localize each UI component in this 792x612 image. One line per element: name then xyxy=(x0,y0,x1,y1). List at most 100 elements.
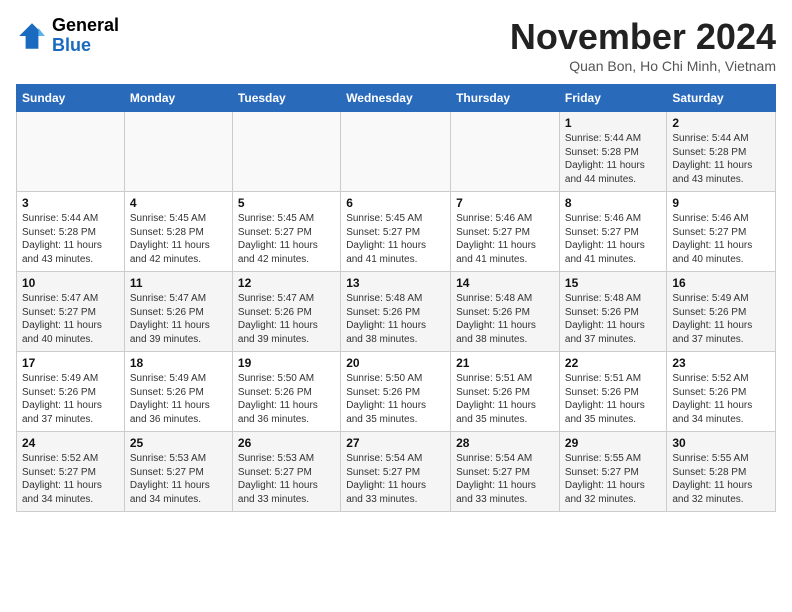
column-header-thursday: Thursday xyxy=(451,85,560,112)
day-cell xyxy=(232,112,340,192)
day-cell: 16Sunrise: 5:49 AM Sunset: 5:26 PM Dayli… xyxy=(667,272,776,352)
month-title: November 2024 xyxy=(510,16,776,58)
day-info: Sunrise: 5:47 AM Sunset: 5:27 PM Dayligh… xyxy=(22,292,119,346)
day-cell: 14 Sunrise: 5:48 AM Sunset: 5:26 PM Dayli… xyxy=(451,272,560,352)
day-number: 8 xyxy=(565,196,661,210)
day-number: 18 xyxy=(130,356,227,370)
day-number: 22 xyxy=(565,356,661,370)
day-number: 13 xyxy=(346,276,445,290)
day-number: 29 xyxy=(565,436,661,450)
day-info: Sunrise: 5:48 AM Sunset: 5:26 PM Dayligh… xyxy=(456,292,554,346)
day-number: 24 xyxy=(22,436,119,450)
logo: General Blue xyxy=(16,16,119,56)
logo-text: General Blue xyxy=(52,16,119,56)
day-info: Sunrise: 5:46 AM Sunset: 5:27 PM Dayligh… xyxy=(565,212,661,266)
day-cell xyxy=(451,112,560,192)
calendar-table: SundayMondayTuesdayWednesdayThursdayFrid… xyxy=(16,84,776,512)
day-info: Sunrise: 5:53 AM Sunset: 5:27 PM Dayligh… xyxy=(238,452,335,506)
day-info: Sunrise: 5:50 AM Sunset: 5:26 PM Dayligh… xyxy=(238,372,335,426)
day-number: 28 xyxy=(456,436,554,450)
day-number: 19 xyxy=(238,356,335,370)
day-cell: 26 Sunrise: 5:53 AM Sunset: 5:27 PM Dayli… xyxy=(232,432,340,512)
day-cell: 2Sunrise: 5:44 AM Sunset: 5:28 PM Daylig… xyxy=(667,112,776,192)
day-cell xyxy=(17,112,125,192)
header: General Blue November 2024 Quan Bon, Ho … xyxy=(16,16,776,74)
day-cell: 17 Sunrise: 5:49 AM Sunset: 5:26 PM Dayli… xyxy=(17,352,125,432)
day-number: 7 xyxy=(456,196,554,210)
day-cell: 1 Sunrise: 5:44 AM Sunset: 5:28 PM Daylig… xyxy=(559,112,666,192)
day-info: Sunrise: 5:52 AM Sunset: 5:27 PM Dayligh… xyxy=(22,452,119,506)
column-header-tuesday: Tuesday xyxy=(232,85,340,112)
day-cell: 19 Sunrise: 5:50 AM Sunset: 5:26 PM Dayli… xyxy=(232,352,340,432)
day-info: Sunrise: 5:51 AM Sunset: 5:26 PM Dayligh… xyxy=(565,372,661,426)
column-header-friday: Friday xyxy=(559,85,666,112)
column-header-monday: Monday xyxy=(124,85,232,112)
day-info: Sunrise: 5:51 AM Sunset: 5:26 PM Dayligh… xyxy=(456,372,554,426)
day-cell: 28 Sunrise: 5:54 AM Sunset: 5:27 PM Dayli… xyxy=(451,432,560,512)
day-number: 12 xyxy=(238,276,335,290)
day-number: 6 xyxy=(346,196,445,210)
day-cell: 7 Sunrise: 5:46 AM Sunset: 5:27 PM Daylig… xyxy=(451,192,560,272)
day-info: Sunrise: 5:49 AM Sunset: 5:26 PM Dayligh… xyxy=(22,372,119,426)
day-number: 10 xyxy=(22,276,119,290)
day-info: Sunrise: 5:49 AM Sunset: 5:26 PM Dayligh… xyxy=(130,372,227,426)
day-number: 5 xyxy=(238,196,335,210)
day-info: Sunrise: 5:54 AM Sunset: 5:27 PM Dayligh… xyxy=(456,452,554,506)
day-cell: 30 Sunrise: 5:55 AM Sunset: 5:28 PM Dayli… xyxy=(667,432,776,512)
day-info: Sunrise: 5:44 AM Sunset: 5:28 PM Dayligh… xyxy=(22,212,119,266)
day-cell: 13 Sunrise: 5:48 AM Sunset: 5:26 PM Dayli… xyxy=(341,272,451,352)
column-header-sunday: Sunday xyxy=(17,85,125,112)
location: Quan Bon, Ho Chi Minh, Vietnam xyxy=(510,58,776,74)
day-info: Sunrise: 5:54 AM Sunset: 5:27 PM Dayligh… xyxy=(346,452,445,506)
day-cell: 29 Sunrise: 5:55 AM Sunset: 5:27 PM Dayli… xyxy=(559,432,666,512)
title-area: November 2024 Quan Bon, Ho Chi Minh, Vie… xyxy=(510,16,776,74)
day-cell: 11Sunrise: 5:47 AM Sunset: 5:26 PM Dayli… xyxy=(124,272,232,352)
day-cell: 27 Sunrise: 5:54 AM Sunset: 5:27 PM Dayli… xyxy=(341,432,451,512)
day-number: 26 xyxy=(238,436,335,450)
day-cell: 12 Sunrise: 5:47 AM Sunset: 5:26 PM Dayli… xyxy=(232,272,340,352)
day-cell xyxy=(124,112,232,192)
day-info: Sunrise: 5:55 AM Sunset: 5:27 PM Dayligh… xyxy=(565,452,661,506)
day-cell: 3 Sunrise: 5:44 AM Sunset: 5:28 PM Daylig… xyxy=(17,192,125,272)
day-cell: 18 Sunrise: 5:49 AM Sunset: 5:26 PM Dayli… xyxy=(124,352,232,432)
day-number: 3 xyxy=(22,196,119,210)
day-info: Sunrise: 5:48 AM Sunset: 5:26 PM Dayligh… xyxy=(565,292,661,346)
day-number: 16 xyxy=(672,276,770,290)
day-number: 27 xyxy=(346,436,445,450)
week-row-5: 24 Sunrise: 5:52 AM Sunset: 5:27 PM Dayli… xyxy=(17,432,776,512)
day-number: 23 xyxy=(672,356,770,370)
day-info: Sunrise: 5:55 AM Sunset: 5:28 PM Dayligh… xyxy=(672,452,770,506)
day-cell xyxy=(341,112,451,192)
day-info: Sunrise: 5:44 AM Sunset: 5:28 PM Dayligh… xyxy=(565,132,661,186)
day-number: 4 xyxy=(130,196,227,210)
day-number: 1 xyxy=(565,116,661,130)
day-cell: 5 Sunrise: 5:45 AM Sunset: 5:27 PM Daylig… xyxy=(232,192,340,272)
day-number: 25 xyxy=(130,436,227,450)
day-number: 21 xyxy=(456,356,554,370)
day-info: Sunrise: 5:48 AM Sunset: 5:26 PM Dayligh… xyxy=(346,292,445,346)
day-info: Sunrise: 5:46 AM Sunset: 5:27 PM Dayligh… xyxy=(456,212,554,266)
day-number: 9 xyxy=(672,196,770,210)
day-cell: 4Sunrise: 5:45 AM Sunset: 5:28 PM Daylig… xyxy=(124,192,232,272)
day-info: Sunrise: 5:45 AM Sunset: 5:27 PM Dayligh… xyxy=(238,212,335,266)
day-cell: 24 Sunrise: 5:52 AM Sunset: 5:27 PM Dayli… xyxy=(17,432,125,512)
day-cell: 15Sunrise: 5:48 AM Sunset: 5:26 PM Dayli… xyxy=(559,272,666,352)
day-info: Sunrise: 5:50 AM Sunset: 5:26 PM Dayligh… xyxy=(346,372,445,426)
day-info: Sunrise: 5:47 AM Sunset: 5:26 PM Dayligh… xyxy=(238,292,335,346)
week-row-2: 3 Sunrise: 5:44 AM Sunset: 5:28 PM Daylig… xyxy=(17,192,776,272)
day-info: Sunrise: 5:46 AM Sunset: 5:27 PM Dayligh… xyxy=(672,212,770,266)
day-info: Sunrise: 5:52 AM Sunset: 5:26 PM Dayligh… xyxy=(672,372,770,426)
logo-icon xyxy=(16,20,48,52)
day-number: 30 xyxy=(672,436,770,450)
column-header-wednesday: Wednesday xyxy=(341,85,451,112)
day-number: 17 xyxy=(22,356,119,370)
day-cell: 22 Sunrise: 5:51 AM Sunset: 5:26 PM Dayli… xyxy=(559,352,666,432)
column-header-saturday: Saturday xyxy=(667,85,776,112)
day-number: 2 xyxy=(672,116,770,130)
day-info: Sunrise: 5:45 AM Sunset: 5:27 PM Dayligh… xyxy=(346,212,445,266)
week-row-1: 1 Sunrise: 5:44 AM Sunset: 5:28 PM Daylig… xyxy=(17,112,776,192)
day-number: 11 xyxy=(130,276,227,290)
day-cell: 20Sunrise: 5:50 AM Sunset: 5:26 PM Dayli… xyxy=(341,352,451,432)
day-number: 14 xyxy=(456,276,554,290)
day-cell: 10 Sunrise: 5:47 AM Sunset: 5:27 PM Dayli… xyxy=(17,272,125,352)
